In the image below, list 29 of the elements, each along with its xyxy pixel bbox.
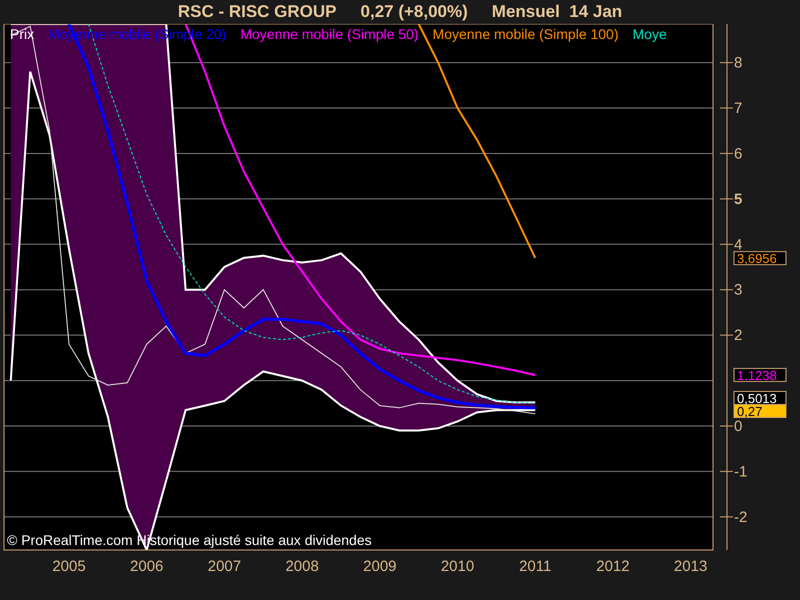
axis-tick-label: 2006 <box>130 558 164 575</box>
price-quote: 0,27 (+8,00%) <box>360 1 468 23</box>
axis-tick-label: 8 <box>734 54 742 72</box>
axis-tick-label: 0 <box>734 418 742 435</box>
legend-entry: Moye <box>632 26 667 42</box>
legend-entry: Moyenne mobile (Simple 100) <box>432 26 619 42</box>
axis-tick-label: 6 <box>734 145 742 162</box>
chart-period: Mensuel 14 Jan <box>492 1 622 23</box>
chart-symbol-title: RSC - RISC GROUP <box>178 1 337 23</box>
axis-tick-label: 2 <box>734 327 742 344</box>
axis-tick-label: -1 <box>734 463 748 480</box>
axis-tick-label: 7 <box>734 100 742 118</box>
price-tag: 3,6956 <box>734 251 786 266</box>
axis-tick-label: 3 <box>734 282 742 299</box>
price-tag: 0,5013 <box>734 391 786 406</box>
axis-tick-label: 2008 <box>285 558 319 575</box>
axis-tick-label: 2009 <box>363 558 397 575</box>
axis-tick-label: 2013 <box>674 558 708 575</box>
price-tag: 0,27 <box>734 404 786 419</box>
axis-tick-label: 2005 <box>52 558 86 575</box>
axis-tick-label: 4 <box>734 236 742 254</box>
axis-tick-label: 2010 <box>440 558 474 575</box>
axis-tick-label: 2012 <box>596 558 630 575</box>
axis-tick-label: 5 <box>734 190 742 208</box>
legend-entry: Moyenne mobile (Simple 50) <box>240 26 419 42</box>
axis-tick-label: -2 <box>734 508 748 526</box>
axis-tick-label: 2011 <box>519 558 552 575</box>
axis-tick-label: 2007 <box>208 558 242 575</box>
price-tag: 1,1238 <box>734 368 786 383</box>
